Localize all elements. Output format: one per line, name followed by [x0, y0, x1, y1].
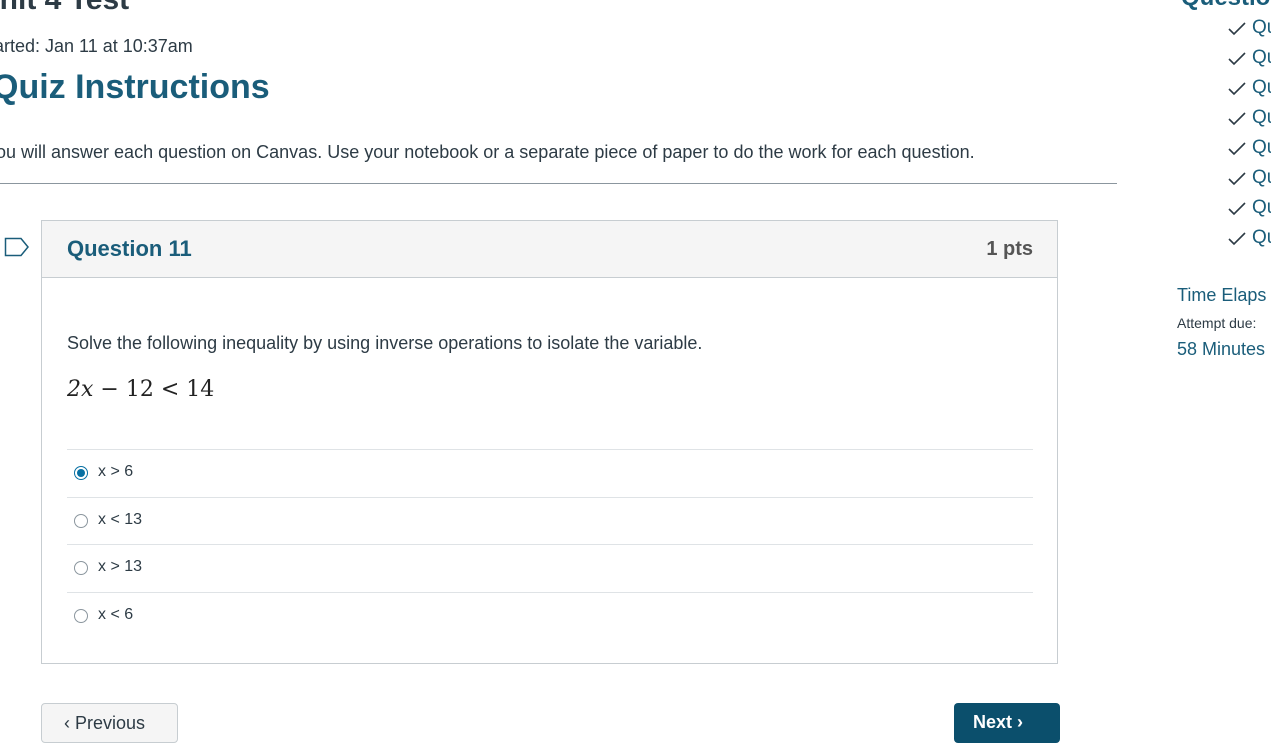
check-icon	[1228, 22, 1246, 36]
question-card: Question 11 1 pts Solve the following in…	[41, 220, 1058, 664]
instructions-heading: Quiz Instructions	[0, 68, 270, 106]
previous-button[interactable]: ‹ Previous	[41, 703, 178, 743]
answer-label: x > 13	[98, 558, 143, 575]
question-text: Solve the following inequality by using …	[67, 333, 703, 353]
answer-label: x < 13	[98, 511, 143, 528]
answer-label: x > 6	[98, 463, 134, 480]
next-button[interactable]: Next ›	[954, 703, 1060, 743]
started-timestamp: arted: Jan 11 at 10:37am	[0, 36, 193, 56]
flag-question-icon[interactable]	[4, 237, 30, 257]
check-icon	[1228, 82, 1246, 96]
check-icon	[1228, 142, 1246, 156]
question-link-label: Qu	[1252, 47, 1271, 68]
check-icon	[1228, 202, 1246, 216]
check-icon	[1228, 232, 1246, 246]
question-header: Question 11 1 pts	[42, 221, 1057, 278]
answer-option[interactable]: x > 6	[67, 449, 1033, 496]
time-remaining: 58 Minutes	[1177, 339, 1266, 359]
question-title: Question 11	[67, 236, 192, 261]
time-elapsed-label: Time Elaps	[1177, 285, 1267, 305]
divider	[0, 183, 1117, 184]
question-link-label: Qu	[1252, 167, 1271, 188]
instructions-text: ou will answer each question on Canvas. …	[0, 142, 975, 162]
question-link-label: Qu	[1252, 17, 1271, 38]
question-equation: 2x − 12 < 14	[67, 377, 215, 402]
answer-label: x < 6	[98, 606, 134, 623]
answer-option[interactable]: x < 6	[67, 592, 1033, 639]
question-link-label: Qu	[1252, 77, 1271, 98]
question-link-label: Qu	[1252, 107, 1271, 128]
radio-button[interactable]	[74, 561, 88, 575]
radio-button[interactable]	[74, 514, 88, 528]
question-points: 1 pts	[986, 238, 1033, 260]
question-link-label: Qu	[1252, 137, 1271, 158]
radio-button-selected[interactable]	[74, 466, 88, 480]
answer-option[interactable]: x > 13	[67, 544, 1033, 591]
question-link-label: Qu	[1252, 227, 1271, 248]
questions-heading: Questio	[1181, 0, 1270, 13]
attempt-due-label: Attempt due:	[1177, 315, 1257, 331]
next-button-label: Next ›	[973, 712, 1024, 732]
check-icon	[1228, 172, 1246, 186]
check-icon	[1228, 112, 1246, 126]
quiz-title: Unit 4 Test	[0, 0, 129, 17]
radio-button[interactable]	[74, 609, 88, 623]
answer-option[interactable]: x < 13	[67, 497, 1033, 544]
check-icon	[1228, 52, 1246, 66]
question-link-label: Qu	[1252, 197, 1271, 218]
